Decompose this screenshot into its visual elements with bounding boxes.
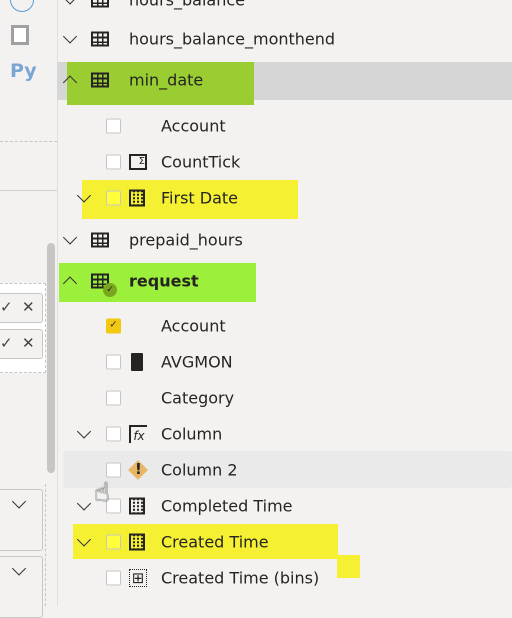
- filter-chip[interactable]: ✓ ✕: [0, 293, 43, 323]
- table-hours-balance-monthend[interactable]: hours_balance_monthend: [57, 21, 512, 57]
- field-category[interactable]: Category: [57, 380, 512, 416]
- field-column[interactable]: fx Column: [57, 416, 512, 452]
- apply-icon[interactable]: ✓: [0, 298, 13, 316]
- python-visual-button[interactable]: Py: [10, 60, 37, 82]
- table-icon: [91, 0, 109, 8]
- field-name: Column: [161, 424, 223, 444]
- field-name: Category: [161, 388, 235, 408]
- calendar-icon: [129, 533, 145, 551]
- table-icon: [91, 232, 109, 248]
- apply-icon[interactable]: ✓: [0, 334, 13, 352]
- filter-chip[interactable]: ✓ ✕: [0, 329, 43, 359]
- field-checkbox[interactable]: [106, 354, 121, 370]
- close-icon[interactable]: ✕: [22, 298, 35, 316]
- field-name: Column 2: [161, 460, 238, 480]
- table-name: hours_balance: [129, 0, 245, 10]
- dropdown[interactable]: [0, 556, 43, 618]
- field-counttick[interactable]: Σ CountTick: [57, 144, 512, 180]
- field-account[interactable]: ✓ Account: [57, 308, 512, 344]
- chevron-down-icon[interactable]: [76, 532, 92, 547]
- field-checkbox-checked[interactable]: ✓: [106, 318, 121, 334]
- calculator-icon: [131, 353, 143, 371]
- table-name: hours_balance_monthend: [129, 29, 336, 49]
- table-icon: [91, 31, 109, 47]
- field-checkbox[interactable]: [106, 190, 121, 206]
- hand-cursor-icon: ☝: [94, 478, 110, 508]
- calendar-icon: [129, 189, 145, 207]
- bins-icon: ⊞: [129, 569, 147, 587]
- chevron-down-icon: [11, 494, 27, 509]
- field-first-date[interactable]: First Date: [57, 180, 512, 216]
- chevron-down-icon[interactable]: [76, 188, 92, 203]
- calendar-icon: [129, 497, 145, 515]
- chevron-up-icon[interactable]: [62, 75, 78, 90]
- table-name: prepaid_hours: [129, 230, 243, 250]
- field-checkbox[interactable]: [106, 390, 121, 406]
- field-checkbox[interactable]: [106, 462, 121, 478]
- globe-icon[interactable]: [10, 0, 34, 12]
- field-column-2[interactable]: ! Column 2: [57, 452, 512, 488]
- field-checkbox[interactable]: [106, 426, 121, 442]
- table-prepaid-hours[interactable]: prepaid_hours: [57, 222, 512, 258]
- field-checkbox[interactable]: [106, 570, 121, 586]
- field-checkbox[interactable]: [106, 534, 121, 550]
- field-name: Created Time (bins): [161, 568, 320, 588]
- field-account[interactable]: Account: [57, 108, 512, 144]
- chevron-down-icon: [11, 561, 27, 576]
- field-name: Completed Time: [161, 496, 293, 516]
- table-icon: [91, 72, 109, 88]
- table-hours-balance[interactable]: hours_balance: [57, 0, 512, 18]
- close-icon[interactable]: ✕: [22, 334, 35, 352]
- table-request[interactable]: ✓ request: [57, 263, 512, 299]
- chevron-down-icon[interactable]: [62, 0, 78, 5]
- report-icon[interactable]: [11, 25, 29, 45]
- measure-table-icon: Σ: [129, 154, 147, 170]
- field-avgmon[interactable]: AVGMON: [57, 344, 512, 380]
- field-name: Account: [161, 116, 226, 136]
- warning-glyph: !: [135, 460, 142, 478]
- table-min-date[interactable]: min_date: [57, 62, 512, 98]
- divider: [0, 190, 57, 191]
- field-completed-time[interactable]: Completed Time: [57, 488, 512, 524]
- field-created-time-bins[interactable]: ⊞ Created Time (bins): [57, 560, 512, 596]
- field-created-time[interactable]: Created Time: [57, 524, 512, 560]
- field-name: Account: [161, 316, 226, 336]
- field-name: AVGMON: [161, 352, 233, 372]
- chevron-down-icon[interactable]: [76, 496, 92, 511]
- field-name: Created Time: [161, 532, 269, 552]
- field-checkbox[interactable]: [106, 118, 121, 134]
- chevron-down-icon[interactable]: [62, 29, 78, 44]
- checkmark-badge-icon: ✓: [103, 283, 117, 297]
- chevron-up-icon[interactable]: [62, 276, 78, 291]
- chevron-down-icon[interactable]: [62, 230, 78, 245]
- table-name: min_date: [129, 70, 204, 90]
- table-name: request: [129, 271, 199, 291]
- chevron-down-icon[interactable]: [76, 424, 92, 439]
- field-name: First Date: [161, 188, 238, 208]
- calculated-column-icon: fx: [129, 425, 147, 443]
- divider: [0, 141, 57, 142]
- field-name: CountTick: [161, 152, 241, 172]
- scrollbar[interactable]: [47, 243, 55, 473]
- dropdown[interactable]: [0, 489, 43, 551]
- field-checkbox[interactable]: [106, 154, 121, 170]
- visualizations-pane: Py ✓ ✕ ✓ ✕: [0, 0, 58, 618]
